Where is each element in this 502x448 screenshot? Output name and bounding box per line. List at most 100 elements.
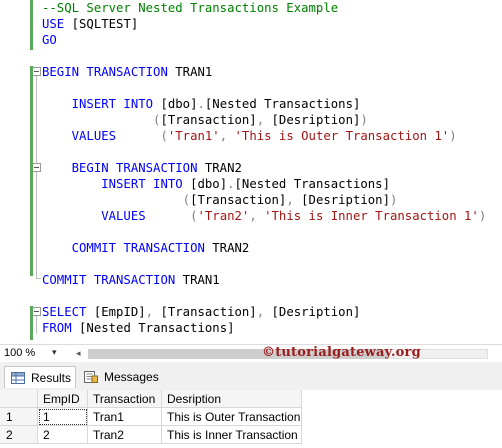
code-token: TRAN1	[182, 273, 220, 287]
fold-guide-end	[36, 278, 41, 279]
code-token: SELECT	[42, 305, 94, 319]
fold-toggle-select[interactable]	[32, 307, 41, 316]
code-line[interactable]: ([Transaction], [Desription])	[42, 192, 398, 208]
code-token: [Nested Transactions]	[79, 321, 235, 335]
column-header-desription[interactable]: Desription	[162, 390, 302, 408]
code-token: FROM	[42, 321, 80, 335]
tab-messages[interactable]: Messages	[78, 366, 159, 388]
fold-guide	[36, 76, 37, 278]
code-line[interactable]: --SQL Server Nested Transactions Example	[42, 0, 338, 16]
fold-toggle-begin-tran2[interactable]	[32, 163, 41, 172]
tab-messages-label: Messages	[104, 370, 159, 384]
grid-cell-desription[interactable]: This is Inner Transaction 1	[162, 426, 302, 444]
change-indicator-bar	[30, 306, 33, 340]
code-token: ,	[256, 113, 272, 127]
code-token: VALUES	[42, 129, 161, 143]
grid-corner[interactable]	[0, 390, 38, 408]
code-token: BEGIN TRANSACTION	[42, 65, 176, 79]
query-editor[interactable]: --SQL Server Nested Transactions Example…	[0, 0, 502, 344]
code-token: [Nested Transactions]	[204, 97, 361, 111]
tab-results-label: Results	[31, 371, 72, 385]
code-token: COMMIT TRANSACTION	[42, 241, 213, 255]
code-line[interactable]: USE [SQLTEST]	[42, 16, 138, 32]
code-token: ,	[286, 193, 302, 207]
code-token: 'This is Outer Transaction 1'	[234, 129, 450, 143]
code-line[interactable]: BEGIN TRANSACTION TRAN2	[42, 160, 242, 176]
code-token: [Desription]	[271, 305, 361, 319]
code-token: INSERT INTO	[42, 177, 191, 191]
code-line[interactable]: INSERT INTO [dbo].[Nested Transactions]	[42, 96, 361, 112]
code-token: [Transaction]	[160, 305, 257, 319]
code-token: 'This is Inner Transaction 1'	[264, 209, 479, 223]
code-token: [Transaction]	[190, 193, 287, 207]
code-token: [Nested Transactions]	[234, 177, 390, 191]
code-line[interactable]: COMMIT TRANSACTION TRAN1	[42, 272, 220, 288]
grid-cell-empid[interactable]: 1	[38, 408, 88, 426]
code-line[interactable]: GO	[42, 32, 57, 48]
tab-results[interactable]: Results	[4, 366, 76, 388]
code-line[interactable]: BEGIN TRANSACTION TRAN1	[42, 64, 212, 80]
messages-icon	[84, 371, 98, 383]
code-token: (	[42, 113, 161, 127]
code-token: [EmpID]	[93, 305, 146, 319]
change-indicator-bar	[30, 0, 33, 50]
code-line[interactable]: VALUES ('Tran2', 'This is Inner Transact…	[42, 208, 486, 224]
code-token: )	[360, 113, 368, 127]
row-number[interactable]: 1	[0, 408, 38, 426]
code-token: COMMIT TRANSACTION	[42, 273, 183, 287]
grid-icon	[11, 372, 25, 384]
code-token: [Desription]	[301, 193, 390, 207]
change-indicator-bar	[30, 66, 33, 276]
zoom-dropdown-icon[interactable]: ▾	[52, 347, 57, 358]
row-number[interactable]: 2	[0, 426, 38, 444]
code-token: ,	[249, 209, 265, 223]
code-token: ,	[256, 305, 272, 319]
code-token: --SQL Server Nested Transactions Example	[42, 1, 339, 15]
code-line[interactable]: INSERT INTO [dbo].[Nested Transactions]	[42, 176, 390, 192]
code-line[interactable]: ([Transaction], [Desription])	[42, 112, 368, 128]
code-token: .	[197, 97, 205, 111]
code-token: TRAN2	[212, 241, 250, 255]
code-line[interactable]: SELECT [EmpID], [Transaction], [Desripti…	[42, 304, 360, 320]
zoom-level[interactable]: 100 %	[4, 347, 35, 359]
code-token: USE	[42, 17, 72, 31]
code-token: TRAN2	[204, 161, 242, 175]
results-tab-strip: Results Messages	[0, 362, 502, 391]
code-line[interactable]: FROM [Nested Transactions]	[42, 320, 235, 336]
code-token: ,	[219, 129, 235, 143]
code-token: [SQLTEST]	[71, 17, 139, 31]
watermark: ©tutorialgateway.org	[262, 345, 421, 360]
column-header-transaction[interactable]: Transaction	[88, 390, 162, 408]
code-token: 'Tran2'	[197, 209, 250, 223]
code-token: .	[227, 177, 235, 191]
code-token: TRAN1	[175, 65, 213, 79]
grid-cell-desription[interactable]: This is Outer Transaction 1	[162, 408, 302, 426]
code-token: )	[478, 209, 487, 223]
code-token: [Desription]	[271, 113, 361, 127]
column-header-empid[interactable]: EmpID	[38, 390, 88, 408]
editor-gutter	[0, 0, 41, 344]
code-line[interactable]: COMMIT TRANSACTION TRAN2	[42, 240, 250, 256]
code-token: GO	[42, 33, 57, 47]
results-grid[interactable]: EmpID Transaction Desription 1 1 Tran1 T…	[0, 390, 502, 448]
fold-guide	[36, 316, 37, 334]
grid-cell-empid[interactable]: 2	[38, 426, 88, 444]
code-token: BEGIN TRANSACTION	[42, 161, 205, 175]
code-token: (	[42, 193, 191, 207]
code-line[interactable]: VALUES ('Tran1', 'This is Outer Transact…	[42, 128, 457, 144]
code-token: VALUES	[42, 209, 191, 223]
code-token: [Transaction]	[160, 113, 257, 127]
code-token: [dbo]	[160, 97, 198, 111]
code-token: 'Tran1'	[167, 129, 220, 143]
scroll-left-icon[interactable]: ◂	[76, 348, 81, 359]
code-token: )	[449, 129, 457, 143]
code-token: INSERT INTO	[42, 97, 161, 111]
editor-status-strip: 100 % ▾ ◂ ©tutorialgateway.org	[0, 344, 502, 363]
code-token: (	[160, 129, 168, 143]
fold-toggle-begin-tran1[interactable]	[32, 67, 41, 76]
code-token: )	[389, 193, 398, 207]
grid-cell-transaction[interactable]: Tran2	[88, 426, 162, 444]
code-token: [dbo]	[190, 177, 228, 191]
code-token: ,	[145, 305, 161, 319]
grid-cell-transaction[interactable]: Tran1	[88, 408, 162, 426]
